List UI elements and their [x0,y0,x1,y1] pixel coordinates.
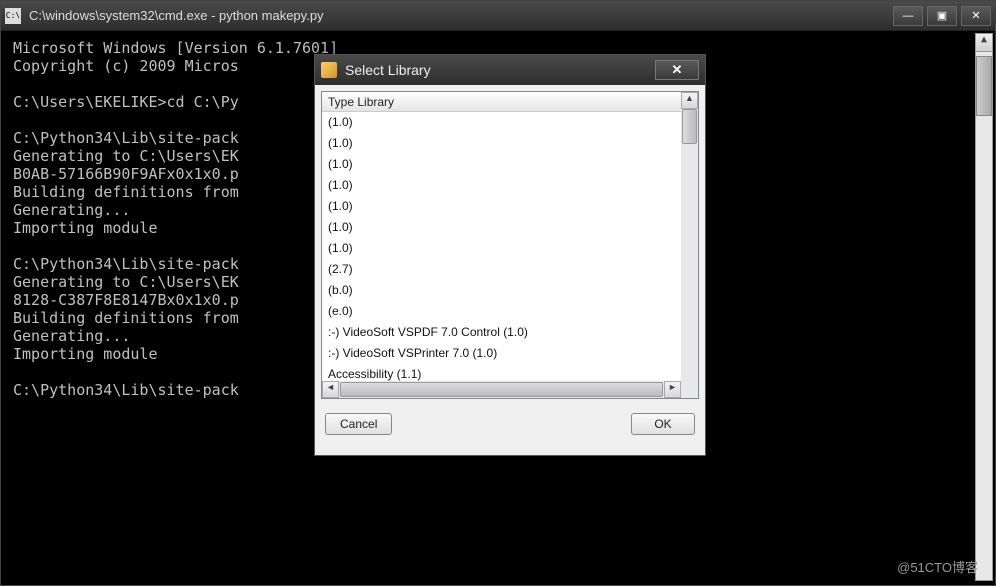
ok-button[interactable]: OK [631,413,695,435]
list-item[interactable]: (b.0) [322,280,698,301]
close-button[interactable]: ✕ [961,6,991,26]
list-item[interactable]: (1.0) [322,133,698,154]
list-item[interactable]: :-) VideoSoft VSPDF 7.0 Control (1.0) [322,322,698,343]
dialog-icon [321,62,337,78]
watermark: @51CTO博客 [897,557,978,576]
listbox-header[interactable]: Type Library [322,92,698,112]
scroll-up-icon[interactable]: ▲ [681,92,698,109]
listbox-items: (1.0) (1.0) (1.0) (1.0) (1.0) (1.0) (1.0… [322,112,698,399]
list-item[interactable]: (1.0) [322,175,698,196]
cmd-scrollbar[interactable]: ▲ [975,33,993,581]
list-item[interactable]: (1.0) [322,238,698,259]
list-item[interactable]: :-) VideoSoft VSPrinter 7.0 (1.0) [322,343,698,364]
listbox-horizontal-scrollbar[interactable]: ◄ ► [322,381,681,398]
dialog-titlebar[interactable]: Select Library ✕ [315,55,705,85]
list-item[interactable]: (e.0) [322,301,698,322]
list-item[interactable]: (2.7) [322,259,698,280]
scroll-thumb[interactable] [976,56,992,116]
list-item[interactable]: (1.0) [322,196,698,217]
scroll-up-button[interactable]: ▲ [976,34,992,52]
window-controls: — ▣ ✕ [893,6,991,26]
cmd-title: C:\windows\system32\cmd.exe - python mak… [29,8,893,23]
dialog-title: Select Library [345,62,655,78]
list-item[interactable]: (1.0) [322,112,698,133]
type-library-listbox[interactable]: Type Library (1.0) (1.0) (1.0) (1.0) (1.… [321,91,699,399]
dialog-body: Type Library (1.0) (1.0) (1.0) (1.0) (1.… [315,85,705,441]
cmd-titlebar[interactable]: C:\ C:\windows\system32\cmd.exe - python… [1,1,995,31]
dialog-buttons: Cancel OK [321,413,699,435]
maximize-button[interactable]: ▣ [927,6,957,26]
list-item[interactable]: (1.0) [322,154,698,175]
minimize-button[interactable]: — [893,6,923,26]
cancel-button[interactable]: Cancel [325,413,392,435]
cmd-icon: C:\ [5,8,21,24]
scroll-right-icon[interactable]: ► [664,381,681,398]
scroll-thumb[interactable] [340,382,663,397]
select-library-dialog: Select Library ✕ Type Library (1.0) (1.0… [314,54,706,456]
list-item[interactable]: (1.0) [322,217,698,238]
scroll-left-icon[interactable]: ◄ [322,381,339,398]
scroll-corner [681,381,698,398]
listbox-vertical-scrollbar[interactable]: ▲ [681,92,698,381]
scroll-thumb[interactable] [682,109,697,144]
dialog-close-button[interactable]: ✕ [655,60,699,80]
